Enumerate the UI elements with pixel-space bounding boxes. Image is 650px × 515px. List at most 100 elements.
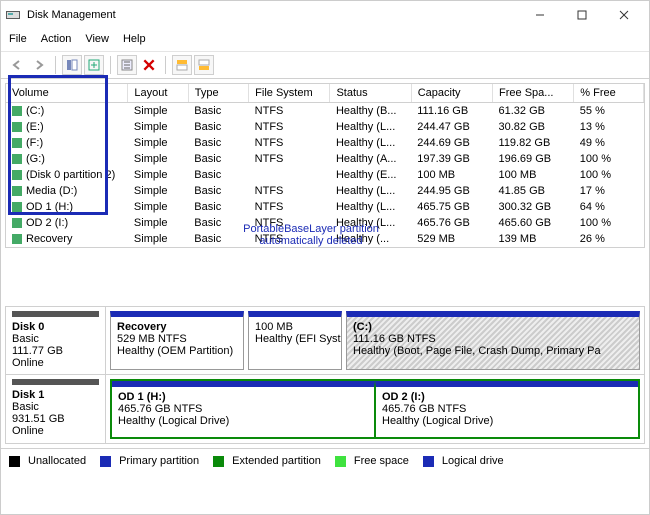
- column-header[interactable]: Volume: [6, 84, 128, 103]
- cell: 64 %: [574, 199, 644, 215]
- cell: OD 1 (H:): [6, 199, 128, 215]
- cell: 244.95 GB: [411, 183, 492, 199]
- toolbar-separator: [165, 56, 166, 74]
- partition-box[interactable]: OD 2 (I:) 465.76 GB NTFS Healthy (Logica…: [375, 381, 638, 437]
- cell: 100 MB: [411, 167, 492, 183]
- cell: Healthy (E...: [330, 167, 411, 183]
- cell: NTFS: [249, 135, 330, 151]
- table-row[interactable]: (Disk 0 partition 2)SimpleBasicHealthy (…: [6, 167, 644, 183]
- window-title: Disk Management: [27, 9, 519, 21]
- close-button[interactable]: [603, 3, 645, 27]
- partition-status: Healthy (Logical Drive): [118, 415, 368, 427]
- cell: 30.82 GB: [493, 119, 574, 135]
- legend-swatch: [213, 456, 224, 467]
- disk-status: Online: [12, 357, 99, 369]
- table-row[interactable]: OD 1 (H:)SimpleBasicNTFSHealthy (L...465…: [6, 199, 644, 215]
- menu-view[interactable]: View: [85, 33, 109, 45]
- cell: Basic: [188, 103, 248, 120]
- cell: Basic: [188, 231, 248, 247]
- column-header[interactable]: % Free: [574, 84, 644, 103]
- cell: 244.69 GB: [411, 135, 492, 151]
- cell: (F:): [6, 135, 128, 151]
- table-row[interactable]: (F:)SimpleBasicNTFSHealthy (L...244.69 G…: [6, 135, 644, 151]
- toolbar-separator: [110, 56, 111, 74]
- cell: 26 %: [574, 231, 644, 247]
- table-row[interactable]: RecoverySimpleBasicNTFSHealthy (...529 M…: [6, 231, 644, 247]
- partition-box[interactable]: (C:) 111.16 GB NTFS Healthy (Boot, Page …: [346, 311, 640, 370]
- minimize-button[interactable]: [519, 3, 561, 27]
- menu-file[interactable]: File: [9, 33, 27, 45]
- settings-icon[interactable]: [117, 55, 137, 75]
- disk-map: Disk 0 Basic 111.77 GB OnlineRecovery 52…: [5, 306, 645, 444]
- column-header[interactable]: Type: [188, 84, 248, 103]
- cell: Healthy (L...: [330, 199, 411, 215]
- cell: NTFS: [249, 103, 330, 120]
- view-bottom-icon[interactable]: [194, 55, 214, 75]
- menu-action[interactable]: Action: [41, 33, 72, 45]
- cell: OD 2 (I:): [6, 215, 128, 231]
- table-row[interactable]: (G:)SimpleBasicNTFSHealthy (A...197.39 G…: [6, 151, 644, 167]
- volume-list[interactable]: VolumeLayoutTypeFile SystemStatusCapacit…: [5, 83, 645, 248]
- cell: Healthy (L...: [330, 183, 411, 199]
- disk-size: 111.77 GB: [12, 345, 99, 357]
- menu-help[interactable]: Help: [123, 33, 146, 45]
- cell: 139 MB: [493, 231, 574, 247]
- legend-swatch: [423, 456, 434, 467]
- maximize-button[interactable]: [561, 3, 603, 27]
- partition-status: Healthy (Boot, Page File, Crash Dump, Pr…: [353, 345, 633, 357]
- disk-header[interactable]: Disk 0 Basic 111.77 GB Online: [6, 307, 106, 374]
- cell: 529 MB: [411, 231, 492, 247]
- cell: Healthy (...: [330, 231, 411, 247]
- disk-name: Disk 1: [12, 389, 99, 401]
- cell: NTFS: [249, 183, 330, 199]
- partition-box[interactable]: 100 MB Healthy (EFI Syste: [248, 311, 342, 370]
- back-icon[interactable]: [7, 55, 27, 75]
- column-header[interactable]: Free Spa...: [493, 84, 574, 103]
- cell: 196.69 GB: [493, 151, 574, 167]
- cell: 55 %: [574, 103, 644, 120]
- cell: (C:): [6, 103, 128, 120]
- cell: Simple: [128, 167, 188, 183]
- table-row[interactable]: Media (D:)SimpleBasicNTFSHealthy (L...24…: [6, 183, 644, 199]
- cell: 100 MB: [493, 167, 574, 183]
- cell: Healthy (L...: [330, 119, 411, 135]
- cell: Healthy (B...: [330, 103, 411, 120]
- cell: Simple: [128, 199, 188, 215]
- column-header[interactable]: Capacity: [411, 84, 492, 103]
- forward-icon[interactable]: [29, 55, 49, 75]
- cell: Basic: [188, 199, 248, 215]
- legend: UnallocatedPrimary partitionExtended par…: [1, 448, 649, 473]
- cell: Basic: [188, 119, 248, 135]
- cell: NTFS: [249, 231, 330, 247]
- cell: Basic: [188, 215, 248, 231]
- cell: Media (D:): [6, 183, 128, 199]
- table-row[interactable]: (C:)SimpleBasicNTFSHealthy (B...111.16 G…: [6, 103, 644, 120]
- partition-size: 100 MB: [255, 321, 335, 333]
- partition-size: 465.76 GB NTFS: [118, 403, 368, 415]
- partition-status: Healthy (EFI Syste: [255, 333, 335, 345]
- disk-size: 931.51 GB: [12, 413, 99, 425]
- table-row[interactable]: OD 2 (I:)SimpleBasicNTFSHealthy (L...465…: [6, 215, 644, 231]
- cell: NTFS: [249, 119, 330, 135]
- view-top-icon[interactable]: [172, 55, 192, 75]
- cell: NTFS: [249, 215, 330, 231]
- cell: [249, 167, 330, 183]
- delete-icon[interactable]: [139, 55, 159, 75]
- disk-partitions: Recovery 529 MB NTFS Healthy (OEM Partit…: [106, 307, 644, 374]
- disk-partitions: OD 1 (H:) 465.76 GB NTFS Healthy (Logica…: [106, 375, 644, 443]
- cell: NTFS: [249, 199, 330, 215]
- disk-name: Disk 0: [12, 321, 99, 333]
- partition-box[interactable]: OD 1 (H:) 465.76 GB NTFS Healthy (Logica…: [112, 381, 375, 437]
- disk-header[interactable]: Disk 1 Basic 931.51 GB Online: [6, 375, 106, 443]
- legend-label: Unallocated: [28, 455, 86, 467]
- column-header[interactable]: Status: [330, 84, 411, 103]
- partition-status: Healthy (Logical Drive): [382, 415, 632, 427]
- column-header[interactable]: Layout: [128, 84, 188, 103]
- refresh-icon[interactable]: [84, 55, 104, 75]
- partition-box[interactable]: Recovery 529 MB NTFS Healthy (OEM Partit…: [110, 311, 244, 370]
- cell: 300.32 GB: [493, 199, 574, 215]
- table-row[interactable]: (E:)SimpleBasicNTFSHealthy (L...244.47 G…: [6, 119, 644, 135]
- show-hide-icon[interactable]: [62, 55, 82, 75]
- extended-partition-wrap: OD 1 (H:) 465.76 GB NTFS Healthy (Logica…: [110, 379, 640, 439]
- column-header[interactable]: File System: [249, 84, 330, 103]
